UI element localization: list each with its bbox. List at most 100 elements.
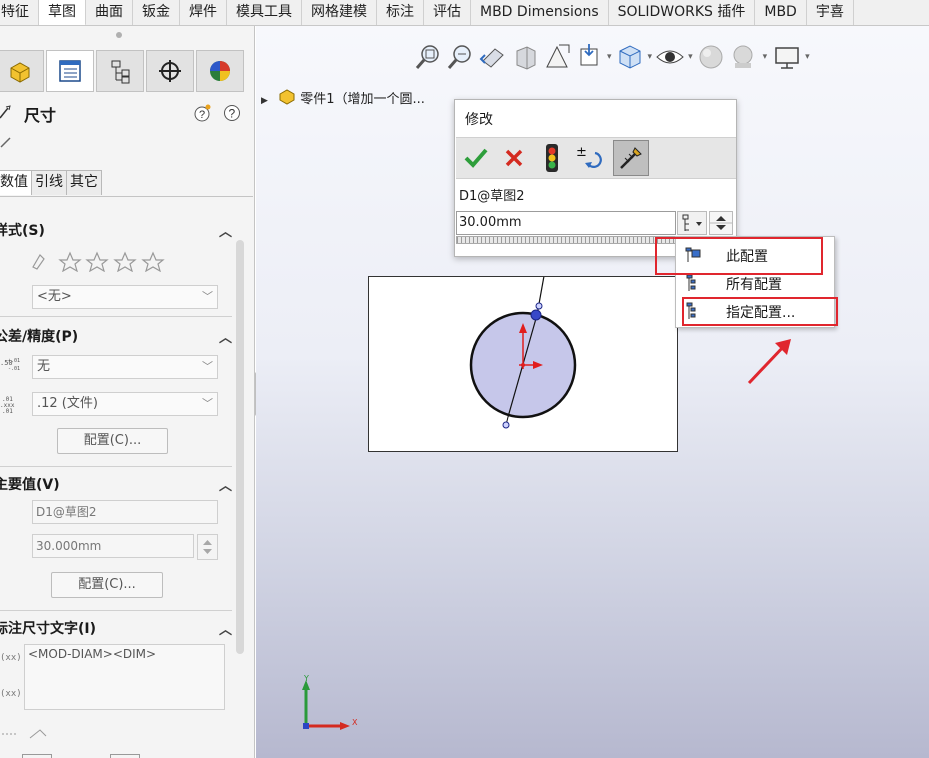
chevron-down-icon[interactable]: ▾ <box>763 52 768 62</box>
svg-text:?: ? <box>199 109 205 121</box>
primary-config-button[interactable]: 配置(C)... <box>51 572 163 598</box>
property-manager-tab[interactable] <box>46 50 94 92</box>
reverse-sense-button[interactable]: ± <box>572 140 608 176</box>
bottom-icon-stub <box>110 754 140 758</box>
tab-sheet-metal[interactable]: 钣金 <box>133 0 180 25</box>
style-section-header[interactable]: 样式(S) ︿ <box>0 220 232 242</box>
tab-value[interactable]: 数值 <box>0 170 32 195</box>
crosshair-icon <box>159 60 181 82</box>
zoom-to-area-icon[interactable] <box>445 41 477 73</box>
menu-item-label: 所有配置 <box>726 277 782 293</box>
modify-toolbar: ± <box>456 137 736 179</box>
ok-button[interactable] <box>458 140 494 176</box>
precision-icon: .01.xxx.01 <box>0 396 15 414</box>
dimension-text-field[interactable]: <MOD-DIAM><DIM> <box>24 644 225 710</box>
modify-dimension-name: D1@草图2 <box>459 189 525 204</box>
dimension-name-field[interactable]: D1@草图2 <box>32 500 218 524</box>
modify-value-input[interactable]: 30.00mm <box>456 211 676 235</box>
text-link-icon: (xx) <box>0 653 20 662</box>
chevron-down-icon[interactable]: ▾ <box>688 52 693 62</box>
tab-mesh-modeling[interactable]: 网格建模 <box>302 0 377 25</box>
dynamic-annotation-icon[interactable] <box>541 41 573 73</box>
text-justify-icons <box>2 729 47 739</box>
configuration-dropdown-button[interactable] <box>677 211 707 235</box>
zoom-to-fit-icon[interactable] <box>413 41 445 73</box>
part-name-label: 零件1（增加一个圆... <box>300 92 425 107</box>
tab-mbd-dimensions[interactable]: MBD Dimensions <box>471 0 609 25</box>
tab-surfaces[interactable]: 曲面 <box>86 0 133 25</box>
feature-manager-tab[interactable] <box>0 50 44 92</box>
chevron-down-icon[interactable]: ▾ <box>607 52 612 62</box>
tab-weldments[interactable]: 焊件 <box>180 0 227 25</box>
sketch-region[interactable] <box>368 276 678 452</box>
chevron-down-icon[interactable]: ▾ <box>805 52 810 62</box>
collapse-caret-icon[interactable]: ︿ <box>219 619 232 638</box>
apply-scene-icon[interactable] <box>727 41 759 73</box>
style-select[interactable]: <无> ﹀ <box>32 285 218 309</box>
tab-sketch[interactable]: 草图 <box>39 0 86 25</box>
previous-view-icon[interactable] <box>477 41 509 73</box>
pm-title-bar: 尺寸 ? ? <box>0 100 253 126</box>
tab-yuxi[interactable]: 宇喜 <box>807 0 854 25</box>
section-view-icon[interactable] <box>509 41 541 73</box>
y-axis-label: Y <box>304 674 309 683</box>
highlight-specify-configuration <box>682 297 838 326</box>
configuration-manager-tab[interactable] <box>96 50 144 92</box>
modify-value-spinner[interactable] <box>709 211 733 235</box>
rebuild-button[interactable] <box>534 140 570 176</box>
precision-select[interactable]: .12 (文件) ﹀ <box>32 392 218 416</box>
style-header-label: 样式(S) <box>0 223 45 239</box>
value-spinner[interactable] <box>197 534 218 560</box>
tab-leaders[interactable]: 引线 <box>31 170 67 195</box>
bottom-icon-stub <box>22 754 52 758</box>
dimension-marker-icon <box>620 147 642 169</box>
dimxpert-tab[interactable] <box>146 50 194 92</box>
svg-text:±: ± <box>576 145 587 160</box>
collapse-caret-icon[interactable]: ︿ <box>219 475 232 494</box>
tab-other[interactable]: 其它 <box>66 170 102 195</box>
hide-show-items-icon[interactable] <box>654 41 686 73</box>
dimension-point[interactable] <box>530 309 542 321</box>
expand-arrow-icon[interactable]: ▶ <box>261 96 268 106</box>
tab-evaluate[interactable]: 评估 <box>424 0 471 25</box>
feature-tree-flyout[interactable]: ▶ 零件1（增加一个圆... <box>261 88 425 107</box>
view-settings-monitor-icon[interactable] <box>771 41 803 73</box>
display-style-icon[interactable] <box>614 41 646 73</box>
edit-appearance-icon[interactable] <box>695 41 727 73</box>
tolerance-type-value: 无 <box>37 359 51 374</box>
dimension-value-field[interactable]: 30.000mm <box>32 534 194 558</box>
tab-features[interactable]: 特征 <box>0 0 39 25</box>
svg-text:(xx): (xx) <box>0 653 20 662</box>
tolerance-type-select[interactable]: 无 ﹀ <box>32 355 218 379</box>
tab-annotation[interactable]: 标注 <box>377 0 424 25</box>
dimension-pencil-icon <box>0 137 11 148</box>
tolerance-section-header[interactable]: 公差/精度(P) ︿ <box>0 326 232 348</box>
modify-dialog-title: 修改 <box>465 112 493 128</box>
view-orientation-icon[interactable] <box>573 41 605 73</box>
modify-dialog: 修改 ± D1@草图2 30.00mm <box>454 99 737 257</box>
whats-wrong-icon[interactable]: ? <box>193 104 211 122</box>
part-tree-icon <box>10 62 30 83</box>
cancel-button[interactable] <box>496 140 532 176</box>
spin-arrows-icon <box>203 540 212 554</box>
tab-mold-tools[interactable]: 模具工具 <box>227 0 302 25</box>
chevron-down-icon[interactable]: ▾ <box>648 52 653 62</box>
property-manager: 尺寸 ? ? 数值 引线 其它 样式(S) ︿ <无> ﹀ 公差/精度(P) ︿… <box>0 26 255 758</box>
divider <box>0 466 232 467</box>
svg-text:.01: .01 <box>2 408 13 414</box>
collapse-caret-icon[interactable]: ︿ <box>219 221 232 240</box>
pm-subtabs: 数值 引线 其它 <box>0 170 102 196</box>
precision-value: .12 (文件) <box>37 396 98 411</box>
dimension-text-section-header[interactable]: 标注尺寸文字(I) ︿ <box>0 618 232 640</box>
traffic-light-icon <box>546 144 558 172</box>
display-manager-tab[interactable] <box>196 50 244 92</box>
collapse-caret-icon[interactable]: ︿ <box>219 327 232 346</box>
tolerance-config-button[interactable]: 配置(C)... <box>57 428 168 454</box>
primary-value-section-header[interactable]: 主要值(V) ︿ <box>0 474 232 496</box>
help-icon[interactable]: ? <box>223 104 241 122</box>
tab-solidworks-addins[interactable]: SOLIDWORKS 插件 <box>609 0 756 25</box>
panel-grip[interactable] <box>116 32 122 38</box>
panel-scrollbar[interactable] <box>236 240 244 654</box>
mark-dimension-button[interactable] <box>613 140 649 176</box>
tab-mbd[interactable]: MBD <box>755 0 807 25</box>
